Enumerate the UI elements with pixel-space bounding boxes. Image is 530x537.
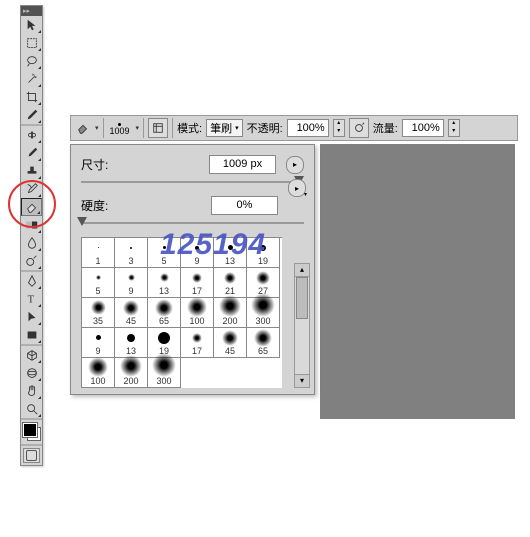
- tool-preset-dropdown[interactable]: ▾: [95, 124, 99, 132]
- brush-preset[interactable]: 300: [247, 298, 280, 328]
- opacity-field[interactable]: 100%: [287, 119, 329, 137]
- brush-preset[interactable]: 45: [214, 328, 247, 358]
- tool-gradient[interactable]: [21, 216, 42, 234]
- tool-heal[interactable]: [21, 126, 42, 144]
- tool-lasso[interactable]: [21, 52, 42, 70]
- flow-field[interactable]: 100%: [402, 119, 444, 137]
- brush-preset[interactable]: 100: [181, 298, 214, 328]
- canvas-area[interactable]: [320, 144, 515, 419]
- tool-rectangle[interactable]: [21, 326, 42, 344]
- tool-dodge[interactable]: [21, 252, 42, 270]
- brush-preset[interactable]: 65: [148, 298, 181, 328]
- tool-wand[interactable]: [21, 70, 42, 88]
- brush-grid-scrollbar[interactable]: ▴ ▾: [294, 263, 310, 388]
- quickmask-button[interactable]: [23, 448, 40, 463]
- flow-label: 流量:: [373, 120, 398, 136]
- tool-type[interactable]: T: [21, 290, 42, 308]
- brush-preset[interactable]: 35: [82, 298, 115, 328]
- brush-panel-toggle[interactable]: [148, 118, 168, 138]
- color-swatches[interactable]: [21, 420, 42, 444]
- hardness-slider[interactable]: [81, 219, 304, 227]
- toolbox: ▸▸ T: [20, 5, 43, 466]
- options-bar: ▾ 1009 ▾ 模式: 筆刷▾ 不透明: 100% ▴▾ 流量: 100% ▴…: [70, 115, 518, 141]
- tool-move[interactable]: [21, 16, 42, 34]
- brush-preset[interactable]: 17: [181, 268, 214, 298]
- tool-hand[interactable]: [21, 382, 42, 400]
- brush-preset[interactable]: 21: [214, 268, 247, 298]
- brush-preset[interactable]: 300: [148, 358, 181, 388]
- pressure-opacity-icon[interactable]: [349, 118, 369, 138]
- brush-preset-panel: 尺寸: 1009 px ▸ ▸▾ 硬度: 0% 1359131959131721…: [70, 144, 315, 395]
- toolbox-header[interactable]: ▸▸: [21, 6, 42, 16]
- brush-grid: 1359131959131721273545651002003009131917…: [81, 237, 282, 388]
- brush-preset[interactable]: 9: [115, 268, 148, 298]
- tool-brush[interactable]: [21, 144, 42, 162]
- tool-blur[interactable]: [21, 234, 42, 252]
- svg-text:T: T: [27, 295, 34, 306]
- flow-spin[interactable]: ▴▾: [448, 119, 460, 137]
- brush-preview[interactable]: 1009: [108, 121, 132, 136]
- foreground-color[interactable]: [23, 423, 37, 437]
- brush-preset[interactable]: 9: [82, 328, 115, 358]
- panel-play-icon[interactable]: ▸: [286, 156, 304, 174]
- brush-preset[interactable]: 13: [148, 268, 181, 298]
- hardness-label: 硬度:: [81, 197, 117, 214]
- brush-preset[interactable]: 5: [148, 238, 181, 268]
- brush-preset[interactable]: 100: [82, 358, 115, 388]
- opacity-spin[interactable]: ▴▾: [333, 119, 345, 137]
- panel-menu-icon[interactable]: ▸▾: [288, 179, 306, 197]
- brush-preset[interactable]: 17: [181, 328, 214, 358]
- tool-crop[interactable]: [21, 88, 42, 106]
- tool-marquee[interactable]: [21, 34, 42, 52]
- tool-pen[interactable]: [21, 272, 42, 290]
- brush-preset[interactable]: 1: [82, 238, 115, 268]
- mode-label: 模式:: [177, 120, 202, 136]
- tool-eyedropper[interactable]: [21, 106, 42, 124]
- tool-preset-icon[interactable]: [75, 120, 91, 136]
- tool-3d-object[interactable]: [21, 346, 42, 364]
- brush-preset[interactable]: 5: [82, 268, 115, 298]
- brush-preset[interactable]: 13: [214, 238, 247, 268]
- opacity-label: 不透明:: [247, 120, 283, 136]
- brush-preset[interactable]: 19: [247, 238, 280, 268]
- tool-path-select[interactable]: [21, 308, 42, 326]
- brush-preset[interactable]: 200: [115, 358, 148, 388]
- brush-preview-dropdown[interactable]: ▾: [136, 124, 140, 132]
- size-label: 尺寸:: [81, 156, 117, 173]
- tool-eraser[interactable]: [21, 198, 42, 216]
- brush-preset[interactable]: 13: [115, 328, 148, 358]
- tool-zoom[interactable]: [21, 400, 42, 418]
- tool-stamp[interactable]: [21, 162, 42, 180]
- mode-select[interactable]: 筆刷▾: [206, 119, 243, 137]
- tool-history-brush[interactable]: [21, 180, 42, 198]
- brush-preset[interactable]: 65: [247, 328, 280, 358]
- size-field[interactable]: 1009 px: [209, 155, 276, 174]
- brush-preset[interactable]: 3: [115, 238, 148, 268]
- brush-preset[interactable]: 45: [115, 298, 148, 328]
- tool-3d-camera[interactable]: [21, 364, 42, 382]
- brush-preset[interactable]: 9: [181, 238, 214, 268]
- size-slider[interactable]: [81, 178, 304, 186]
- hardness-field[interactable]: 0%: [211, 196, 278, 215]
- brush-preset[interactable]: 200: [214, 298, 247, 328]
